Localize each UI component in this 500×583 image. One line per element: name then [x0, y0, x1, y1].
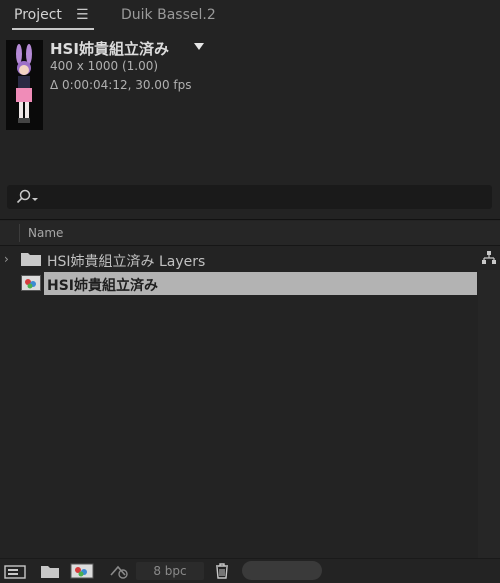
search-icon[interactable]: [15, 189, 41, 205]
composition-dimensions: 400 x 1000 (1.00): [50, 59, 159, 73]
composition-dropdown-icon[interactable]: [194, 43, 204, 50]
tab-duik-bassel[interactable]: Duik Bassel.2: [121, 7, 216, 23]
search-input[interactable]: [7, 185, 492, 209]
column-name-label[interactable]: Name: [28, 226, 63, 240]
composition-thumbnail: [6, 40, 43, 130]
flowchart-icon[interactable]: [481, 250, 497, 266]
tab-project[interactable]: Project: [14, 7, 62, 23]
flowchart-node-icon[interactable]: [108, 563, 130, 579]
composition-title: HSI姉貴組立済み: [50, 40, 169, 58]
new-composition-icon[interactable]: [70, 563, 94, 579]
bottom-toolbar: 8 bpc: [0, 558, 500, 583]
new-folder-icon[interactable]: [40, 563, 60, 579]
project-item-folder[interactable]: › HSI姉貴組立済み Layers: [0, 248, 478, 271]
folder-icon: [21, 253, 41, 266]
horizontal-scrollbar-thumb[interactable]: [242, 561, 322, 580]
column-separator[interactable]: [19, 224, 20, 242]
project-item-composition[interactable]: HSI姉貴組立済み: [0, 272, 478, 295]
active-tab-underline: [12, 28, 94, 30]
trash-icon[interactable]: [214, 563, 230, 579]
interpret-footage-icon[interactable]: [4, 563, 26, 579]
composition-label: HSI姉貴組立済み: [47, 278, 159, 294]
expand-chevron-icon[interactable]: ›: [4, 252, 9, 266]
vertical-scroll-track[interactable]: [478, 270, 500, 558]
column-header: Name: [0, 221, 500, 246]
folder-label: HSI姉貴組立済み Layers: [47, 254, 206, 270]
composition-icon: [21, 275, 41, 291]
bit-depth-button[interactable]: 8 bpc: [136, 562, 204, 580]
composition-duration: Δ 0:00:04:12, 30.00 fps: [50, 78, 192, 92]
panel-divider: [0, 219, 500, 220]
panel-menu-icon[interactable]: ☰: [76, 7, 89, 23]
panel-tab-bar: Project ☰ Duik Bassel.2: [0, 0, 500, 32]
